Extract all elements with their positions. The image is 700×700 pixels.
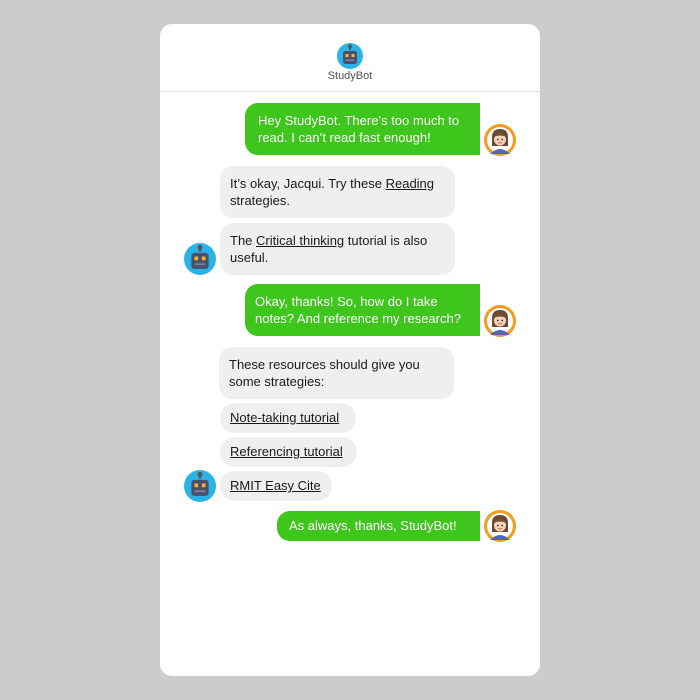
message-text: It’s okay, Jacqui. Try these	[230, 176, 386, 191]
user-avatar-icon	[484, 510, 516, 542]
message-text: Okay, thanks! So, how do I take notes? A…	[255, 294, 461, 326]
outgoing-message: As always, thanks, StudyBot!	[277, 511, 480, 541]
link-label[interactable]: Referencing tutorial	[230, 444, 343, 459]
link-label[interactable]: RMIT Easy Cite	[230, 478, 321, 493]
outgoing-message: Okay, thanks! So, how do I take notes? A…	[245, 284, 480, 336]
message-text: strategies.	[230, 193, 290, 208]
chat-window: StudyBot Hey StudyBot. There’s too much …	[160, 24, 540, 676]
user-avatar-icon	[484, 124, 516, 156]
chat-header: StudyBot	[160, 24, 540, 92]
message-text: As always, thanks, StudyBot!	[289, 518, 457, 533]
critical-thinking-link[interactable]: Critical thinking	[256, 233, 344, 248]
message-text: Hey StudyBot. There’s too much to read. …	[258, 113, 460, 145]
message-text: The	[230, 233, 257, 248]
incoming-message: It’s okay, Jacqui. Try these Reading str…	[220, 166, 455, 218]
note-taking-tutorial-link[interactable]: Note-taking tutorial	[220, 403, 356, 433]
bot-avatar-icon	[337, 43, 363, 69]
bot-avatar-icon	[184, 470, 216, 502]
rmit-easy-cite-link[interactable]: RMIT Easy Cite	[220, 471, 332, 501]
incoming-message: The Critical thinking tutorial is also u…	[220, 223, 455, 275]
referencing-tutorial-link[interactable]: Referencing tutorial	[220, 437, 357, 467]
outgoing-message: Hey StudyBot. There’s too much to read. …	[245, 103, 480, 155]
bot-name: StudyBot	[327, 70, 373, 82]
reading-link[interactable]: Reading	[386, 176, 434, 191]
user-avatar-icon	[484, 305, 516, 337]
link-label[interactable]: Note-taking tutorial	[230, 410, 339, 425]
bot-avatar-icon	[184, 243, 216, 275]
message-text: These resources should give you some str…	[229, 357, 420, 389]
incoming-message: These resources should give you some str…	[219, 347, 454, 399]
